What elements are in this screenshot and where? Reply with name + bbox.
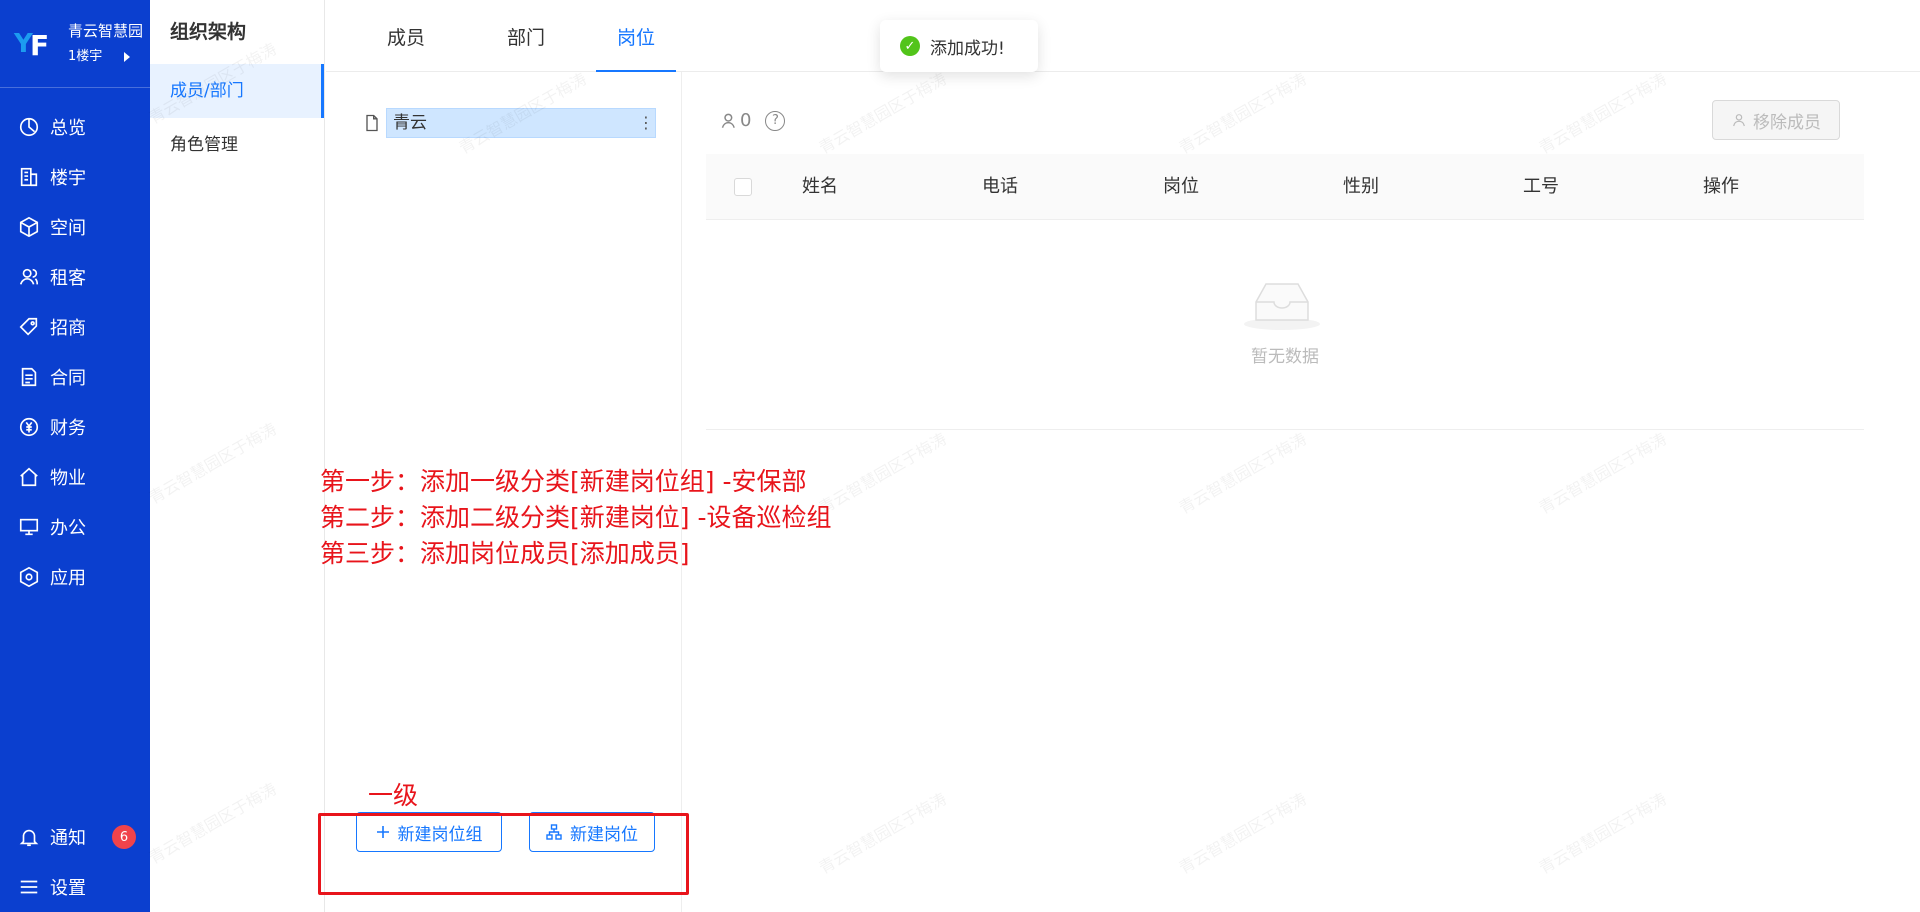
brand[interactable]: YF 青云智慧园 1楼宇 <box>0 0 150 88</box>
users-icon <box>19 268 39 285</box>
toast-message: 添加成功! <box>930 38 1005 59</box>
tab-bar: 成员 部门 岗位 <box>326 0 1920 72</box>
step-2-text: 第二步：添加二级分类[新建岗位] -设备巡检组 <box>320 503 832 532</box>
nav-item-label: 物业 <box>50 468 86 489</box>
check-circle-icon: ✓ <box>900 36 920 56</box>
nav-item-label: 总览 <box>50 118 86 139</box>
nav-item-label: 楼宇 <box>50 168 86 189</box>
member-stats: 0 ? <box>720 110 786 131</box>
tree-node-label[interactable]: 青云 <box>386 108 656 138</box>
document-icon <box>21 367 37 387</box>
watermark: 青云智慧园区于梅涛 <box>1535 789 1670 878</box>
nav-item-tenant[interactable]: 租客 <box>0 252 150 302</box>
column-header: 性别 <box>1343 176 1379 197</box>
nav-item-office[interactable]: 办公 <box>0 502 150 552</box>
file-icon <box>366 114 378 132</box>
watermark: 青云智慧园区于梅涛 <box>1175 69 1310 158</box>
watermark: 青云智慧园区于梅涛 <box>815 69 950 158</box>
submenu-item-roles[interactable]: 角色管理 <box>150 118 324 172</box>
nav-item-overview[interactable]: 总览 <box>0 102 150 152</box>
box-icon <box>19 566 39 588</box>
submenu: 组织架构 成员/部门 角色管理 <box>150 0 325 912</box>
empty-inbox-icon <box>1244 283 1320 330</box>
watermark: 青云智慧园区于梅涛 <box>1535 69 1670 158</box>
brand-name: 青云智慧园 <box>68 21 144 40</box>
step-3-text: 第三步：添加岗位成员[添加成员] <box>320 539 690 568</box>
nav-item-building[interactable]: 楼宇 <box>0 152 150 202</box>
menu-icon <box>20 880 38 894</box>
building-icon <box>20 167 38 187</box>
nav-item-contract[interactable]: 合同 <box>0 352 150 402</box>
nav-item-label: 设置 <box>50 878 86 899</box>
success-toast: ✓ 添加成功! <box>880 20 1038 72</box>
nav-item-label: 应用 <box>50 568 86 589</box>
tab-departments[interactable]: 部门 <box>496 0 556 72</box>
empty-state: 暂无数据 <box>706 220 1864 430</box>
select-all-checkbox[interactable] <box>734 178 752 196</box>
nav-item-property[interactable]: 物业 <box>0 452 150 502</box>
level-annotation: 一级 <box>368 781 419 810</box>
nav-item-label: 租客 <box>50 268 86 289</box>
user-count-icon <box>721 113 735 128</box>
column-header: 姓名 <box>802 176 838 197</box>
tag-icon <box>19 317 38 336</box>
nav-item-space[interactable]: 空间 <box>0 202 150 252</box>
yen-icon <box>19 417 39 437</box>
monitor-icon <box>19 518 39 536</box>
pie-chart-icon <box>19 117 39 137</box>
empty-text: 暂无数据 <box>1251 347 1319 367</box>
nav-item-finance[interactable]: 财务 <box>0 402 150 452</box>
instruction-annotation: 第一步：添加一级分类[新建岗位组] -安保部 第二步：添加二级分类[新建岗位] … <box>320 464 831 572</box>
submenu-title: 组织架构 <box>170 21 247 43</box>
nav-item-apps[interactable]: 应用 <box>0 552 150 602</box>
column-header: 岗位 <box>1163 176 1199 197</box>
user-icon <box>1733 114 1745 127</box>
step-1-text: 第一步：添加一级分类[新建岗位组] -安保部 <box>320 467 807 496</box>
nav-item-label: 办公 <box>50 518 86 539</box>
tree-node[interactable]: 青云 ⋮ <box>362 108 656 138</box>
notify-badge: 6 <box>112 825 136 849</box>
watermark: 青云智慧园区于梅涛 <box>815 429 950 518</box>
column-header: 操作 <box>1703 176 1739 197</box>
watermark: 青云智慧园区于梅涛 <box>1535 429 1670 518</box>
watermark: 青云智慧园区于梅涛 <box>1175 789 1310 878</box>
building-selector[interactable]: 1楼宇 <box>68 47 102 67</box>
highlight-box <box>318 813 689 895</box>
submenu-item-members[interactable]: 成员/部门 <box>150 64 324 118</box>
member-count: 0 <box>740 110 752 131</box>
table-header: 姓名 电话 岗位 性别 工号 操作 <box>706 154 1864 220</box>
nav-item-leasing[interactable]: 招商 <box>0 302 150 352</box>
nav-item-settings[interactable]: 设置 <box>0 862 150 912</box>
button-label: 移除成员 <box>1753 112 1821 133</box>
bell-icon <box>19 829 39 847</box>
tab-posts[interactable]: 岗位 <box>596 0 676 72</box>
remove-member-button[interactable]: 移除成员 <box>1712 100 1840 140</box>
main-nav: YF 青云智慧园 1楼宇 总览 楼宇 空间 租客 招商 合同 财务 物业 办公 … <box>0 0 150 912</box>
more-vertical-icon[interactable]: ⋮ <box>638 113 654 133</box>
brand-logo: YF <box>14 28 50 62</box>
cube-icon <box>19 216 39 238</box>
column-header: 电话 <box>982 176 1018 197</box>
column-header: 工号 <box>1523 176 1559 197</box>
watermark: 青云智慧园区于梅涛 <box>1175 429 1310 518</box>
caret-right-icon[interactable] <box>124 51 131 62</box>
nav-item-label: 招商 <box>50 318 86 339</box>
tab-members[interactable]: 成员 <box>376 0 436 72</box>
help-icon[interactable]: ? <box>765 110 786 131</box>
nav-item-label: 通知 <box>50 828 86 849</box>
nav-item-notify[interactable]: 通知 6 <box>0 812 150 862</box>
nav-item-label: 空间 <box>50 218 86 239</box>
nav-item-label: 财务 <box>50 418 86 439</box>
home-icon <box>20 467 38 487</box>
nav-item-label: 合同 <box>50 368 86 389</box>
watermark: 青云智慧园区于梅涛 <box>815 789 950 878</box>
